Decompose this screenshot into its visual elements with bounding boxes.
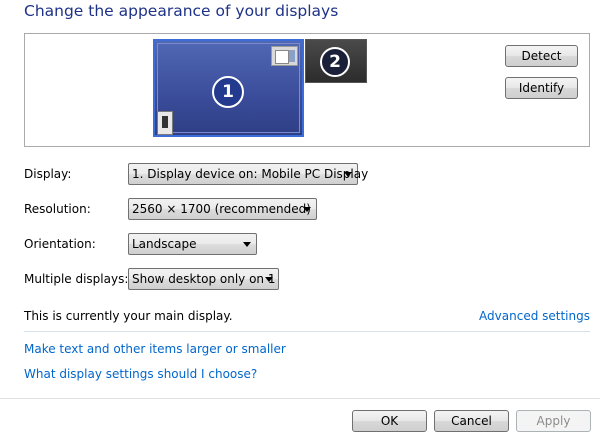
multiple-displays-select-value: Show desktop only on 1 bbox=[132, 272, 276, 286]
main-display-status: This is currently your main display. bbox=[24, 309, 233, 323]
chevron-down-icon bbox=[243, 242, 251, 247]
multiple-displays-label: Multiple displays: bbox=[24, 272, 129, 286]
page-title: Change the appearance of your displays bbox=[24, 2, 339, 20]
divider bbox=[24, 331, 590, 332]
footer-divider bbox=[0, 398, 600, 399]
chevron-down-icon bbox=[344, 172, 352, 177]
resolution-label: Resolution: bbox=[24, 202, 91, 216]
chevron-down-icon bbox=[303, 207, 311, 212]
orientation-select[interactable]: Landscape bbox=[128, 233, 257, 255]
display-preview-area: 1 2 Detect Identify bbox=[24, 33, 590, 147]
resolution-select-value: 2560 × 1700 (recommended) bbox=[132, 202, 311, 216]
orientation-select-value: Landscape bbox=[132, 237, 197, 251]
monitor-2-number: 2 bbox=[320, 47, 350, 77]
cancel-button[interactable]: Cancel bbox=[434, 410, 509, 432]
display-select[interactable]: 1. Display device on: Mobile PC Display bbox=[128, 163, 368, 185]
display-help-link[interactable]: What display settings should I choose? bbox=[24, 367, 257, 381]
apply-button: Apply bbox=[516, 410, 591, 432]
orientation-label: Orientation: bbox=[24, 237, 96, 251]
display-label: Display: bbox=[24, 167, 72, 181]
detect-button[interactable]: Detect bbox=[505, 45, 578, 67]
window-thumbnail-icon bbox=[271, 46, 298, 66]
text-size-link[interactable]: Make text and other items larger or smal… bbox=[24, 342, 286, 356]
chevron-down-icon bbox=[265, 277, 273, 282]
ok-button[interactable]: OK bbox=[352, 410, 427, 432]
monitor-1-number: 1 bbox=[212, 76, 244, 108]
display-select-value: 1. Display device on: Mobile PC Display bbox=[132, 167, 369, 181]
advanced-settings-link[interactable]: Advanced settings bbox=[479, 309, 590, 323]
identify-button[interactable]: Identify bbox=[505, 77, 578, 99]
multiple-displays-select[interactable]: Show desktop only on 1 bbox=[128, 268, 279, 290]
resolution-select[interactable]: 2560 × 1700 (recommended) bbox=[128, 198, 317, 220]
taskbar-thumbnail-icon bbox=[157, 111, 173, 135]
monitor-2-tile[interactable]: 2 bbox=[305, 39, 367, 83]
monitor-1-tile[interactable]: 1 bbox=[153, 39, 304, 137]
